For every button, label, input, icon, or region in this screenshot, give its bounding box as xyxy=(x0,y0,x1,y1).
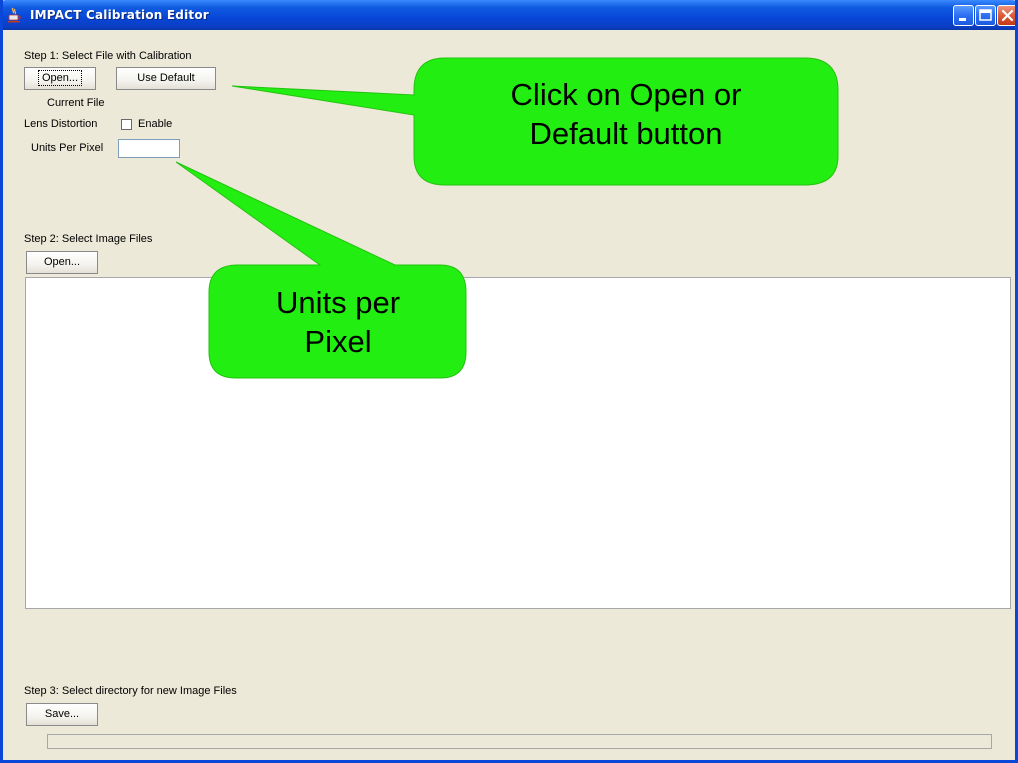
lens-distortion-label: Lens Distortion xyxy=(24,118,98,130)
open-default-callout-text: Click on Open or Default button xyxy=(430,76,822,154)
window-title: IMPACT Calibration Editor xyxy=(30,8,209,22)
image-files-open-label: Open... xyxy=(43,256,81,268)
image-files-open-button[interactable]: Open... xyxy=(26,251,98,274)
open-default-callout-line1: Click on Open or xyxy=(510,77,742,112)
save-button[interactable]: Save... xyxy=(26,703,98,726)
minimize-button[interactable] xyxy=(953,5,974,26)
save-label: Save... xyxy=(44,708,80,720)
java-cup-icon xyxy=(8,7,21,23)
units-per-pixel-input[interactable] xyxy=(118,139,180,158)
units-per-pixel-callout-line2: Pixel xyxy=(304,323,372,359)
maximize-button[interactable] xyxy=(975,5,996,26)
maximize-icon xyxy=(979,9,992,21)
open-default-callout-line2: Default button xyxy=(529,115,723,151)
current-file-label: Current File xyxy=(47,97,105,109)
units-per-pixel-callout-line1: Units per xyxy=(275,285,401,320)
use-default-button[interactable]: Use Default xyxy=(116,67,216,90)
close-button[interactable] xyxy=(997,5,1015,26)
close-icon xyxy=(1001,9,1014,22)
use-default-label: Use Default xyxy=(137,72,195,84)
minimize-icon xyxy=(959,18,966,21)
calibration-open-button[interactable]: Open... xyxy=(24,67,96,90)
step2-heading: Step 2: Select Image Files xyxy=(24,233,153,245)
units-per-pixel-label: Units Per Pixel xyxy=(31,142,104,154)
step3-heading: Step 3: Select directory for new Image F… xyxy=(24,685,237,697)
lens-distortion-enable-checkbox[interactable] xyxy=(121,119,132,130)
image-files-list[interactable] xyxy=(25,277,1011,609)
units-per-pixel-callout-text: Units per Pixel xyxy=(212,284,464,362)
save-progress-bar xyxy=(47,734,992,749)
title-bar[interactable]: IMPACT Calibration Editor xyxy=(3,0,1015,30)
calibration-open-label: Open... xyxy=(37,70,83,86)
enable-label: Enable xyxy=(138,118,173,130)
step1-heading: Step 1: Select File with Calibration xyxy=(24,50,192,62)
